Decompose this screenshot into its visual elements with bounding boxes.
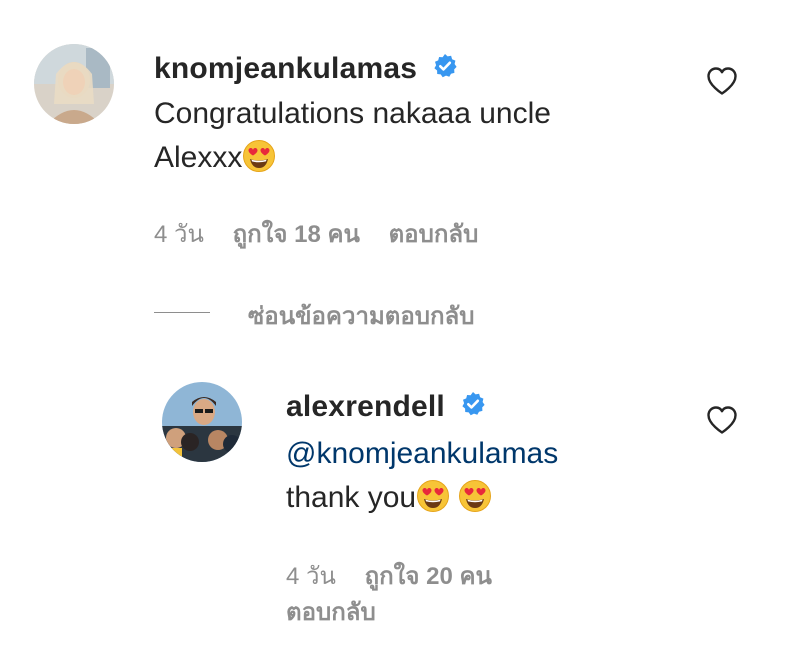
hide-replies-button[interactable]: ซ่อนข้อความตอบกลับ [248,296,474,335]
verified-badge-icon [460,391,486,425]
heart-eyes-emoji [416,479,450,526]
username-text[interactable]: knomjeankulamas [154,52,417,85]
verified-badge-icon [432,53,458,87]
reply-text: @knomjeankulamas thank you [286,432,558,526]
reply-text-body: thank you [286,481,417,514]
like-reply-heart-icon[interactable] [706,405,738,435]
hide-replies-divider [154,312,210,313]
reply-likes-count[interactable]: ถูกใจ 20 คน [365,563,492,590]
comment-text: Congratulations nakaaa uncle Alexxx [154,92,551,186]
heart-eyes-emoji [458,479,492,526]
reply-username[interactable]: alexrendell [286,390,486,425]
reply-username-text[interactable]: alexrendell [286,390,445,423]
avatar-knomjeankulamas[interactable] [34,44,114,124]
heart-eyes-emoji [242,139,276,186]
reply-age[interactable]: 4 วัน [286,563,336,590]
avatar-alexrendell[interactable] [162,382,242,462]
hide-replies-label[interactable]: ซ่อนข้อความตอบกลับ [248,303,474,330]
comment-age[interactable]: 4 วัน [154,221,204,248]
reply-meta: 4 วัน ถูกใจ 20 คน [286,556,492,595]
like-comment-heart-icon[interactable] [706,66,738,96]
comment-text-line1: Congratulations nakaaa uncle [154,97,551,130]
comment-text-line2-text: Alexxx [154,141,243,174]
reply-mention-link[interactable]: @knomjeankulamas [286,437,558,470]
comment-likes-count[interactable]: ถูกใจ 18 คน [233,221,360,248]
comment-meta: 4 วัน ถูกใจ 18 คน ตอบกลับ [154,214,478,253]
comment-reply-button[interactable]: ตอบกลับ [389,221,479,248]
comment-text-line2: Alexxx [154,136,551,186]
reply-reply-button[interactable]: ตอบกลับ [286,599,376,626]
comment-username[interactable]: knomjeankulamas [154,52,458,87]
reply-text-line2: thank you [286,476,558,526]
reply-meta-line2: ตอบกลับ [286,592,376,631]
